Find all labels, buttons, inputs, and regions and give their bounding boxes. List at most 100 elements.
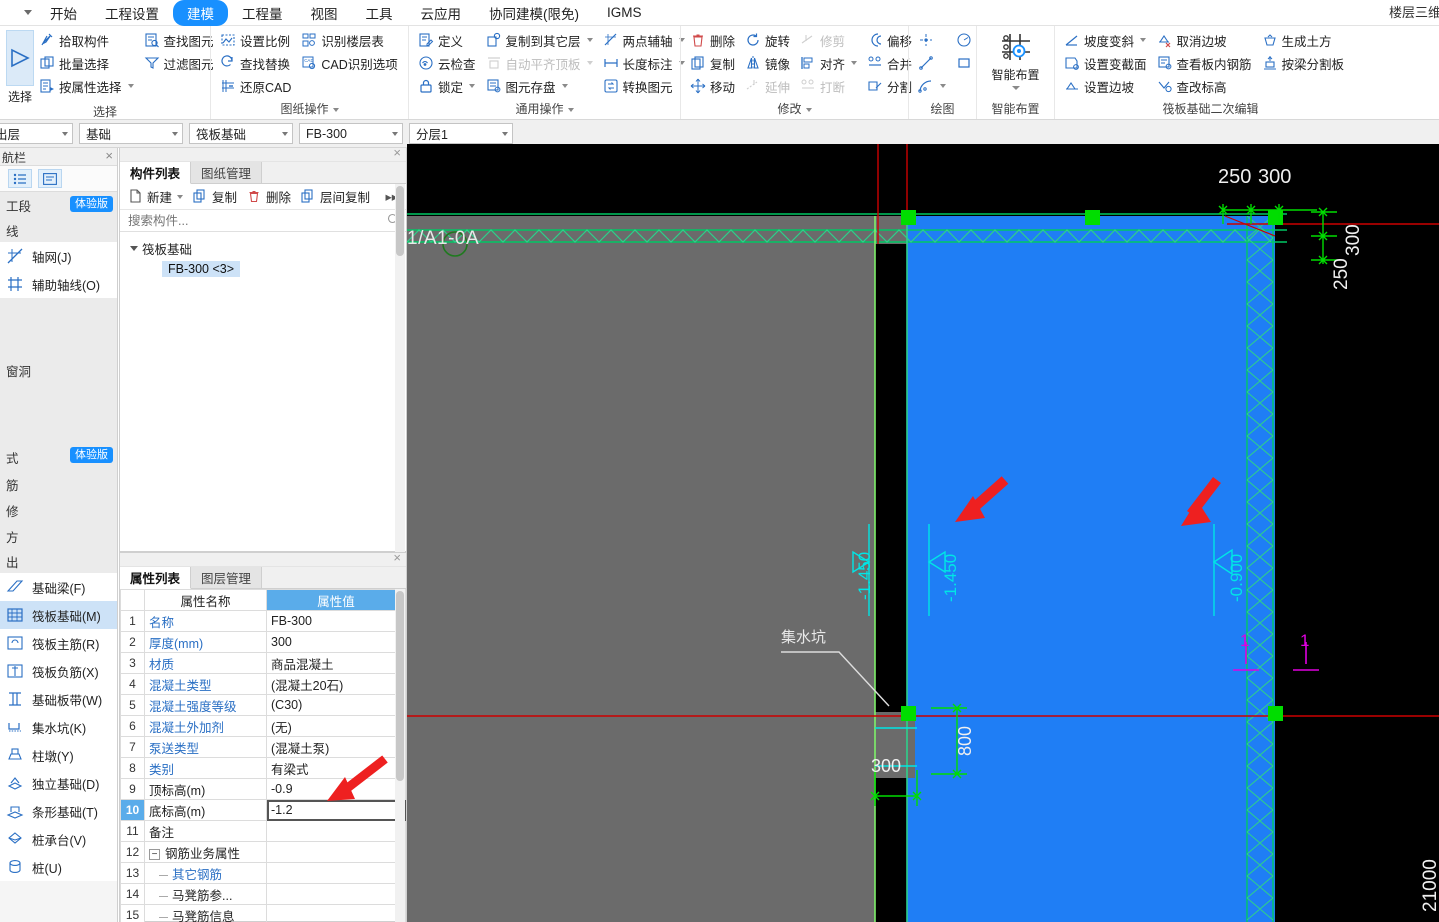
- row-property-value[interactable]: [266, 883, 406, 905]
- ribbon-item-generate-earthwork[interactable]: 生成土方: [1259, 29, 1350, 51]
- component-type-select[interactable]: 筏板基础: [189, 123, 293, 144]
- sidebar-item-rebar[interactable]: 筋: [0, 471, 117, 497]
- sidebar-item-window-opening[interactable]: 窗洞: [0, 356, 117, 385]
- selection-handle-2[interactable]: [1085, 210, 1100, 225]
- new-component-button[interactable]: 新建: [124, 185, 187, 208]
- tab-drawing-management[interactable]: 图纸管理: [191, 162, 263, 183]
- ribbon-item-restore-cad[interactable]: 还原CAD: [217, 75, 296, 97]
- sidebar-item-foundation-strip[interactable]: 基础板带(W): [0, 685, 117, 713]
- copy-component-button[interactable]: 复制: [189, 185, 241, 208]
- sidebar-item-style[interactable]: 式 体验版: [0, 443, 117, 471]
- table-row[interactable]: 14 马凳筋参...: [120, 883, 406, 905]
- ribbon-item-point[interactable]: [915, 29, 951, 51]
- ribbon-item-define[interactable]: 定义: [415, 29, 481, 51]
- menu-item-igms[interactable]: IGMS: [593, 2, 656, 23]
- table-row[interactable]: 11 备注: [120, 820, 406, 842]
- chevron-down-icon[interactable]: [469, 84, 476, 88]
- sidebar-item-group-8[interactable]: [0, 385, 117, 414]
- sidebar-item-group-9[interactable]: [0, 414, 117, 443]
- select-mode-button[interactable]: 选择: [6, 29, 34, 105]
- ribbon-item-circle[interactable]: [953, 29, 977, 51]
- ribbon-item-lock[interactable]: 锁定: [415, 75, 481, 97]
- sidebar-item-section[interactable]: 工段 体验版: [0, 192, 117, 218]
- sidebar-item-pile[interactable]: 桩(U): [0, 853, 117, 881]
- menu-item-collab-modeling[interactable]: 协同建模(限免): [475, 0, 593, 26]
- table-row[interactable]: 5 混凝土强度等级 (C30): [120, 694, 406, 716]
- ribbon-item-line[interactable]: [915, 52, 951, 74]
- table-row[interactable]: 4 混凝土类型 (混凝土20石): [120, 673, 406, 695]
- ribbon-item-filter-element[interactable]: 过滤图元: [141, 52, 219, 74]
- ribbon-item-trim[interactable]: 修剪: [797, 29, 862, 51]
- chevron-down-icon[interactable]: [1140, 38, 1147, 42]
- cursor-arrow-icon[interactable]: [6, 30, 34, 86]
- chevron-down-icon[interactable]: [502, 131, 508, 136]
- sidebar-item-raft-negative-rebar[interactable]: 筏板负筋(X): [0, 657, 117, 685]
- close-icon[interactable]: ×: [393, 145, 401, 160]
- menu-item-tools[interactable]: 工具: [352, 0, 407, 26]
- sidebar-item-axis-grid[interactable]: 轴网(J): [0, 242, 117, 270]
- search-component-box[interactable]: [120, 210, 406, 232]
- row-property-value[interactable]: (C30): [266, 694, 406, 716]
- menu-item-project-settings[interactable]: 工程设置: [91, 0, 173, 26]
- ribbon-item-copy-to-other-floor[interactable]: 复制到其它层: [483, 29, 598, 51]
- ribbon-item-find-element[interactable]: 查找图元: [141, 29, 219, 51]
- chevron-down-icon[interactable]: [567, 107, 574, 112]
- sidebar-item-pile-cap[interactable]: 桩承台(V): [0, 825, 117, 853]
- row-property-value[interactable]: [266, 820, 406, 842]
- ribbon-item-view-slab-rebar[interactable]: 查看板内钢筋: [1154, 52, 1257, 74]
- ribbon-item-mirror[interactable]: 镜像: [742, 52, 795, 74]
- table-row[interactable]: 6 混凝土外加剂 (无): [120, 715, 406, 737]
- table-row[interactable]: 3 材质 商品混凝土: [120, 652, 406, 674]
- delete-component-button[interactable]: 删除: [243, 185, 295, 208]
- menu-item-view[interactable]: 视图: [297, 0, 352, 26]
- cad-canvas[interactable]: 1/A1-0A 250 300 300 250 21000 -1.450 -1.…: [407, 144, 1439, 922]
- chevron-down-icon[interactable]: [130, 245, 138, 251]
- list-view-toggle[interactable]: [8, 169, 32, 188]
- table-row[interactable]: 2 厚度(mm) 300: [120, 631, 406, 653]
- close-icon[interactable]: ×: [393, 550, 401, 565]
- category-select[interactable]: 基础: [79, 123, 183, 144]
- tree-group-raft-foundation[interactable]: 筏板基础: [120, 238, 406, 258]
- menu-item-quantity[interactable]: 工程量: [228, 0, 297, 26]
- ribbon-item-delete[interactable]: 删除: [687, 29, 740, 51]
- menu-item-modeling[interactable]: 建模: [173, 0, 228, 26]
- sidebar-item-foundation-beam[interactable]: 基础梁(F): [0, 573, 117, 601]
- selection-handle-5[interactable]: [1268, 706, 1283, 721]
- ribbon-item-cancel-edge-slope[interactable]: 取消边坡: [1154, 29, 1257, 51]
- ribbon-item-cloud-check[interactable]: 云检查: [415, 52, 481, 74]
- sidebar-item-raft-main-rebar[interactable]: 筏板主筋(R): [0, 629, 117, 657]
- row-property-name-group[interactable]: − 钢筋业务属性: [144, 841, 267, 863]
- chevron-down-icon[interactable]: [392, 131, 398, 136]
- ribbon-item-align[interactable]: 对齐: [797, 52, 862, 74]
- detail-view-toggle[interactable]: [38, 169, 62, 188]
- tree-item-fb-300[interactable]: FB-300 <3>: [162, 261, 241, 277]
- sidebar-item-column-pier[interactable]: 柱墩(Y): [0, 741, 117, 769]
- row-property-value[interactable]: 300: [266, 631, 406, 653]
- component-list-scrollbar[interactable]: [395, 184, 405, 552]
- tab-component-list[interactable]: 构件列表: [120, 162, 192, 184]
- sidebar-item-sump-pit[interactable]: 集水坑(K): [0, 713, 117, 741]
- ribbon-item-save-element[interactable]: 图元存盘: [483, 75, 598, 97]
- quick-access-toolbar[interactable]: [0, 10, 36, 15]
- ribbon-item-copy[interactable]: 复制: [687, 52, 740, 74]
- ribbon-item-slope-change[interactable]: 坡度变斜: [1061, 29, 1152, 51]
- ribbon-item-arc[interactable]: [915, 75, 951, 97]
- row-property-value[interactable]: FB-300: [266, 610, 406, 632]
- ribbon-item-two-point-aux-axis[interactable]: 两点辅轴: [600, 29, 690, 51]
- ribbon-item-rect[interactable]: [953, 52, 977, 74]
- sidebar-item-group-6[interactable]: [0, 327, 117, 356]
- ribbon-item-auto-align-slab[interactable]: 自动平齐顶板: [483, 52, 598, 74]
- menu-item-cloud-app[interactable]: 云应用: [407, 0, 476, 26]
- table-row[interactable]: 13 其它钢筋: [120, 862, 406, 884]
- sidebar-item-raft-foundation[interactable]: 筏板基础(M): [0, 601, 117, 629]
- collapse-icon[interactable]: −: [149, 848, 160, 860]
- chevron-down-icon[interactable]: [851, 61, 858, 65]
- row-property-value[interactable]: 商品混凝土: [266, 652, 406, 674]
- ribbon-item-batch-select[interactable]: 批量选择: [36, 52, 139, 74]
- layer-select[interactable]: 分层1: [409, 123, 513, 144]
- tab-layer-management[interactable]: 图层管理: [191, 567, 263, 588]
- row-property-value[interactable]: [266, 841, 406, 863]
- menu-item-start[interactable]: 开始: [36, 0, 91, 26]
- chevron-down-icon[interactable]: [127, 84, 134, 88]
- chevron-down-icon[interactable]: [1011, 86, 1020, 90]
